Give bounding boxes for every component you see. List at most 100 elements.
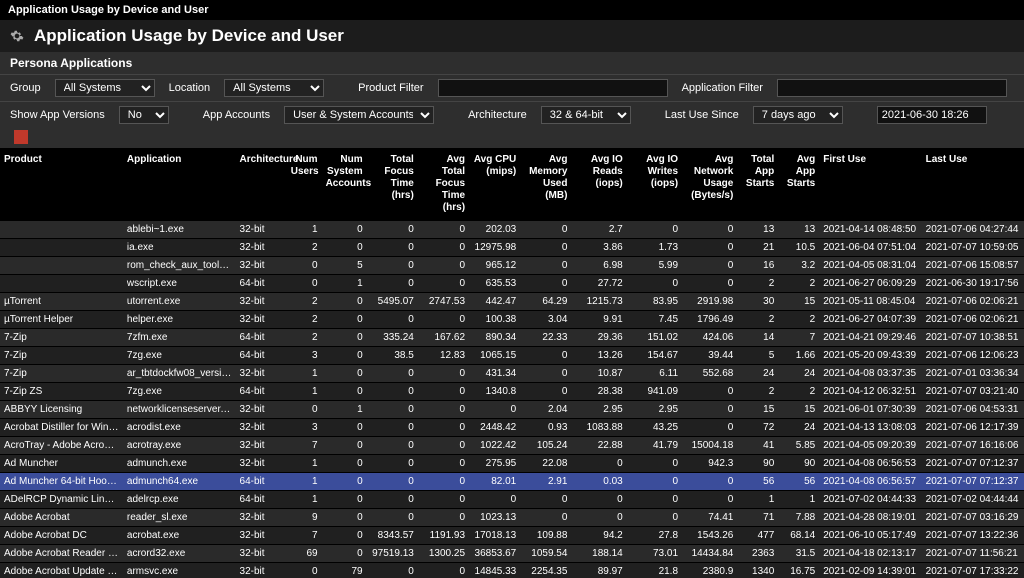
cell: 32-bit bbox=[236, 545, 287, 563]
cell: 0 bbox=[520, 347, 571, 365]
cell: 0 bbox=[367, 365, 418, 383]
app-accounts-select[interactable]: User & System Accounts bbox=[284, 106, 434, 124]
gear-icon[interactable] bbox=[10, 29, 24, 43]
cell: 0 bbox=[367, 473, 418, 491]
cell: 2021-04-28 08:19:01 bbox=[819, 509, 921, 527]
group-select[interactable]: All Systems bbox=[55, 79, 155, 97]
cell: 2021-02-09 14:39:01 bbox=[819, 563, 921, 578]
location-select[interactable]: All Systems bbox=[224, 79, 324, 97]
cell: ABBYY Licensing bbox=[0, 401, 123, 419]
cell: 2363 bbox=[737, 545, 778, 563]
cell: 2 bbox=[287, 239, 322, 257]
table-row[interactable]: AcroTray - Adobe Acrobat Distilleracrotr… bbox=[0, 437, 1024, 455]
cell: 94.2 bbox=[571, 527, 626, 545]
table-row[interactable]: ablebi~1.exe32-bit1000202.0302.700131320… bbox=[0, 221, 1024, 239]
show-versions-select[interactable]: No bbox=[119, 106, 169, 124]
cell: 1796.49 bbox=[682, 311, 737, 329]
table-row[interactable]: Adobe Acrobat Update Servicearmsvc.exe32… bbox=[0, 563, 1024, 578]
table-scroll[interactable]: Product Application Architecture Num Use… bbox=[0, 148, 1024, 578]
calendar-icon[interactable] bbox=[14, 130, 28, 144]
col-avg-cpu[interactable]: Avg CPU (mips) bbox=[469, 148, 520, 221]
table-row[interactable]: Acrobat Distiller for Windowsacrodist.ex… bbox=[0, 419, 1024, 437]
cell: 16.75 bbox=[778, 563, 819, 578]
table-row[interactable]: µTorrent Helperhelper.exe32-bit2000100.3… bbox=[0, 311, 1024, 329]
table-row[interactable]: Adobe Acrobat Reader DCacrord32.exe32-bi… bbox=[0, 545, 1024, 563]
table-row[interactable]: 7-Zipar_tbtdockfw08_version.exe32-bit100… bbox=[0, 365, 1024, 383]
col-total-starts[interactable]: Total App Starts bbox=[737, 148, 778, 221]
app-filter-input[interactable] bbox=[777, 79, 1007, 97]
cell: 0 bbox=[418, 473, 469, 491]
cell: 1 bbox=[737, 491, 778, 509]
table-row[interactable]: Adobe Acrobat DCacrobat.exe32-bit708343.… bbox=[0, 527, 1024, 545]
table-row[interactable]: Ad Muncher 64-bit Hook Launcheradmunch64… bbox=[0, 473, 1024, 491]
table-row[interactable]: ADelRCP Dynamic Link Libraryadelrcp.exe6… bbox=[0, 491, 1024, 509]
cell: 0 bbox=[367, 257, 418, 275]
cell: 73.01 bbox=[627, 545, 682, 563]
cell: 32-bit bbox=[236, 455, 287, 473]
table-row[interactable]: ABBYY Licensingnetworklicenseserver.exe3… bbox=[0, 401, 1024, 419]
cell: 0 bbox=[367, 437, 418, 455]
cell: 22.88 bbox=[571, 437, 626, 455]
table-row[interactable]: wscript.exe64-bit0100635.53027.720022202… bbox=[0, 275, 1024, 293]
col-avg-net[interactable]: Avg Network Usage (Bytes/s) bbox=[682, 148, 737, 221]
col-last-use[interactable]: Last Use bbox=[922, 148, 1024, 221]
cell: 2021-04-08 03:37:35 bbox=[819, 365, 921, 383]
col-first-use[interactable]: First Use bbox=[819, 148, 921, 221]
cell: 442.47 bbox=[469, 293, 520, 311]
col-product[interactable]: Product bbox=[0, 148, 123, 221]
cell: 109.88 bbox=[520, 527, 571, 545]
cell: 0 bbox=[367, 563, 418, 578]
cell: 1.73 bbox=[627, 239, 682, 257]
cell: 7 bbox=[287, 527, 322, 545]
cell: 0 bbox=[418, 401, 469, 419]
col-arch[interactable]: Architecture bbox=[236, 148, 287, 221]
cell: acrord32.exe bbox=[123, 545, 236, 563]
cell: 2919.98 bbox=[682, 293, 737, 311]
col-avg-focus[interactable]: Avg Total Focus Time (hrs) bbox=[418, 148, 469, 221]
cell: 2021-07-06 12:06:23 bbox=[922, 347, 1024, 365]
cell: networklicenseserver.exe bbox=[123, 401, 236, 419]
col-avg-io-r[interactable]: Avg IO Reads (iops) bbox=[571, 148, 626, 221]
cell: 0 bbox=[520, 275, 571, 293]
cell: 10.87 bbox=[571, 365, 626, 383]
col-avg-starts[interactable]: Avg App Starts bbox=[778, 148, 819, 221]
date-input[interactable] bbox=[877, 106, 987, 124]
cell: 30 bbox=[737, 293, 778, 311]
cell: 32-bit bbox=[236, 365, 287, 383]
cell: 7-Zip bbox=[0, 347, 123, 365]
cell: 15 bbox=[778, 293, 819, 311]
table-row[interactable]: Ad Muncheradmunch.exe32-bit1000275.9522.… bbox=[0, 455, 1024, 473]
cell: 2380.9 bbox=[682, 563, 737, 578]
cell: Adobe Acrobat Update Service bbox=[0, 563, 123, 578]
cell: 5.85 bbox=[778, 437, 819, 455]
col-total-focus[interactable]: Total Focus Time (hrs) bbox=[367, 148, 418, 221]
cell: 2021-07-07 10:38:51 bbox=[922, 329, 1024, 347]
cell: adelrcp.exe bbox=[123, 491, 236, 509]
col-application[interactable]: Application bbox=[123, 148, 236, 221]
cell: 21.8 bbox=[627, 563, 682, 578]
table-row[interactable]: 7-Zip ZS7zg.exe64-bit10001340.8028.38941… bbox=[0, 383, 1024, 401]
arch-select[interactable]: 32 & 64-bit bbox=[541, 106, 631, 124]
cell: 74.41 bbox=[682, 509, 737, 527]
cell: 21 bbox=[737, 239, 778, 257]
table-row[interactable]: µTorrentutorrent.exe32-bit205495.072747.… bbox=[0, 293, 1024, 311]
cell: 2 bbox=[737, 311, 778, 329]
cell: 0 bbox=[367, 275, 418, 293]
cell: Ad Muncher 64-bit Hook Launcher bbox=[0, 473, 123, 491]
product-filter-input[interactable] bbox=[438, 79, 668, 97]
col-avg-io-w[interactable]: Avg IO Writes (iops) bbox=[627, 148, 682, 221]
table-row[interactable]: Adobe Acrobatreader_sl.exe32-bit90001023… bbox=[0, 509, 1024, 527]
cell: 32-bit bbox=[236, 401, 287, 419]
last-use-select[interactable]: 7 days ago bbox=[753, 106, 843, 124]
cell: Adobe Acrobat bbox=[0, 509, 123, 527]
table-row[interactable]: 7-Zip7zg.exe64-bit3038.512.831065.15013.… bbox=[0, 347, 1024, 365]
col-num-sys[interactable]: Num System Accounts bbox=[322, 148, 367, 221]
top-bar: Application Usage by Device and User bbox=[0, 0, 1024, 20]
table-row[interactable]: 7-Zip7zfm.exe64-bit20335.24167.62890.342… bbox=[0, 329, 1024, 347]
cell: 16 bbox=[737, 257, 778, 275]
table-row[interactable]: ia.exe32-bit200012975.9803.861.7302110.5… bbox=[0, 239, 1024, 257]
table-row[interactable]: rom_check_aux_tool.exe32-bit0500965.1206… bbox=[0, 257, 1024, 275]
cell: 100.38 bbox=[469, 311, 520, 329]
col-avg-mem[interactable]: Avg Memory Used (MB) bbox=[520, 148, 571, 221]
cell: 3.04 bbox=[520, 311, 571, 329]
